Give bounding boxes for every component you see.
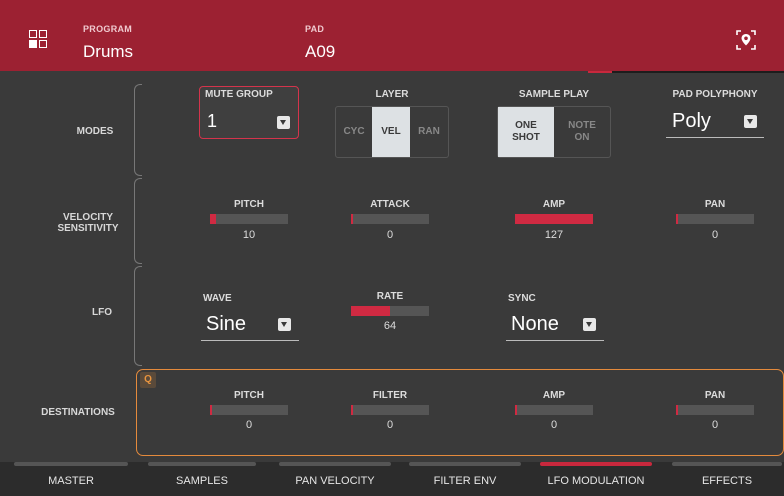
velocity-label-line2: SENSITIVITY — [57, 223, 119, 234]
destination-pan-slider-fill — [676, 405, 678, 415]
pad-polyphony-label: PAD POLYPHONY — [672, 89, 758, 100]
page-dots — [194, 490, 214, 493]
grid-menu-icon[interactable] — [29, 30, 47, 48]
wave-dropdown[interactable]: Sine — [201, 310, 299, 341]
velocity-attack-label: ATTACK — [370, 199, 410, 210]
destination-amp-slider-fill — [515, 405, 517, 415]
velocity-pitch-value: 10 — [242, 229, 256, 241]
velocity-pan-label: PAN — [704, 199, 726, 210]
velocity-pitch-slider-fill — [210, 214, 216, 224]
velocity-attack-slider-fill — [351, 214, 353, 224]
destination-filter-slider[interactable] — [351, 405, 429, 415]
velocity-amp-value: 127 — [544, 229, 564, 241]
program-label: PROGRAM — [83, 24, 133, 34]
tab-pan-velocity[interactable]: PAN VELOCITY — [279, 462, 391, 496]
rate-value: 64 — [383, 320, 397, 332]
velocity-pitch-label: PITCH — [234, 199, 264, 210]
modes-bracket — [134, 84, 142, 176]
tab-label: EFFECTS — [701, 475, 753, 487]
velocity-amp-label: AMP — [542, 199, 566, 210]
chevron-down-icon — [583, 318, 596, 331]
destination-amp-value: 0 — [550, 419, 558, 431]
velocity-attack-value: 0 — [386, 229, 394, 241]
layer-label: LAYER — [375, 89, 409, 100]
tab-effects[interactable]: EFFECTS — [672, 462, 782, 496]
destination-pan-label: PAN — [704, 390, 726, 401]
program-value[interactable]: Drums — [83, 42, 133, 62]
sample-play-label: SAMPLE PLAY — [518, 89, 590, 100]
layer-option-vel[interactable]: VEL — [372, 107, 410, 157]
header-bar: PROGRAM Drums PAD A09 — [0, 0, 784, 71]
pad-polyphony-value: Poly — [672, 110, 711, 132]
sync-label: SYNC — [508, 293, 536, 304]
tab-filter-env[interactable]: FILTER ENV — [409, 462, 521, 496]
tab-label: PAN VELOCITY — [295, 475, 375, 487]
header-underline — [612, 71, 784, 73]
velocity-amp-slider-fill — [515, 214, 593, 224]
destination-filter-label: FILTER — [372, 390, 408, 401]
header-indicator — [588, 71, 612, 73]
destination-amp-label: AMP — [542, 390, 566, 401]
velocity-attack-slider[interactable] — [351, 214, 429, 224]
tab-master[interactable]: MASTER — [14, 462, 128, 496]
tab-label: SAMPLES — [176, 475, 228, 487]
velocity-bracket — [134, 178, 142, 264]
pad-locate-icon[interactable] — [735, 29, 757, 51]
rate-slider[interactable] — [351, 306, 429, 316]
layer-segmented[interactable]: CYC VEL RAN — [335, 106, 449, 158]
velocity-section-label: VELOCITY SENSITIVITY — [33, 212, 143, 234]
sample-play-note-on[interactable]: NOTE ON — [554, 107, 610, 157]
sync-dropdown[interactable]: None — [506, 310, 604, 341]
tab-indicator — [14, 462, 128, 466]
q-link-badge: Q — [140, 372, 156, 388]
velocity-pitch-slider[interactable] — [210, 214, 288, 224]
tab-label: MASTER — [48, 475, 94, 487]
destination-amp-slider[interactable] — [515, 405, 593, 415]
tab-indicator — [672, 462, 782, 466]
destination-pan-slider[interactable] — [676, 405, 754, 415]
tab-indicator — [148, 462, 256, 466]
destination-pitch-slider-fill — [210, 405, 212, 415]
wave-label: WAVE — [203, 293, 232, 304]
sample-play-one-shot[interactable]: ONE SHOT — [498, 107, 554, 157]
destination-pitch-label: PITCH — [234, 390, 264, 401]
tab-lfo-modulation[interactable]: LFO MODULATION — [540, 462, 652, 496]
layer-option-cyc[interactable]: CYC — [336, 107, 372, 157]
layer-option-ran[interactable]: RAN — [410, 107, 448, 157]
chevron-down-icon — [744, 115, 757, 128]
rate-slider-fill — [351, 306, 390, 316]
destination-filter-value: 0 — [386, 419, 394, 431]
tab-indicator — [409, 462, 521, 466]
destination-filter-slider-fill — [351, 405, 353, 415]
mute-group-label: MUTE GROUP — [205, 89, 273, 100]
lfo-bracket — [134, 266, 142, 366]
velocity-label-line1: VELOCITY — [62, 212, 113, 223]
mute-group-value: 1 — [207, 111, 218, 131]
velocity-pan-value: 0 — [711, 229, 719, 241]
velocity-pan-slider-fill — [676, 214, 678, 224]
tab-label: FILTER ENV — [433, 475, 497, 487]
tab-label: LFO MODULATION — [547, 475, 645, 487]
velocity-amp-slider[interactable] — [515, 214, 593, 224]
destination-pitch-value: 0 — [245, 419, 253, 431]
pad-value[interactable]: A09 — [305, 42, 335, 62]
chevron-down-icon — [278, 318, 291, 331]
pad-label: PAD — [305, 24, 325, 34]
mute-group-dropdown[interactable]: 1 — [203, 110, 295, 134]
chevron-down-icon — [277, 116, 290, 129]
sample-play-segmented[interactable]: ONE SHOT NOTE ON — [497, 106, 611, 158]
destination-pitch-slider[interactable] — [210, 405, 288, 415]
destinations-section-label: DESTINATIONS — [41, 407, 115, 418]
sync-value: None — [511, 313, 559, 335]
destination-pan-value: 0 — [711, 419, 719, 431]
wave-value: Sine — [206, 313, 247, 335]
tab-indicator — [279, 462, 391, 466]
pad-polyphony-dropdown[interactable]: Poly — [666, 108, 764, 138]
rate-label: RATE — [376, 291, 404, 302]
velocity-pan-slider[interactable] — [676, 214, 754, 224]
tab-indicator — [540, 462, 652, 466]
